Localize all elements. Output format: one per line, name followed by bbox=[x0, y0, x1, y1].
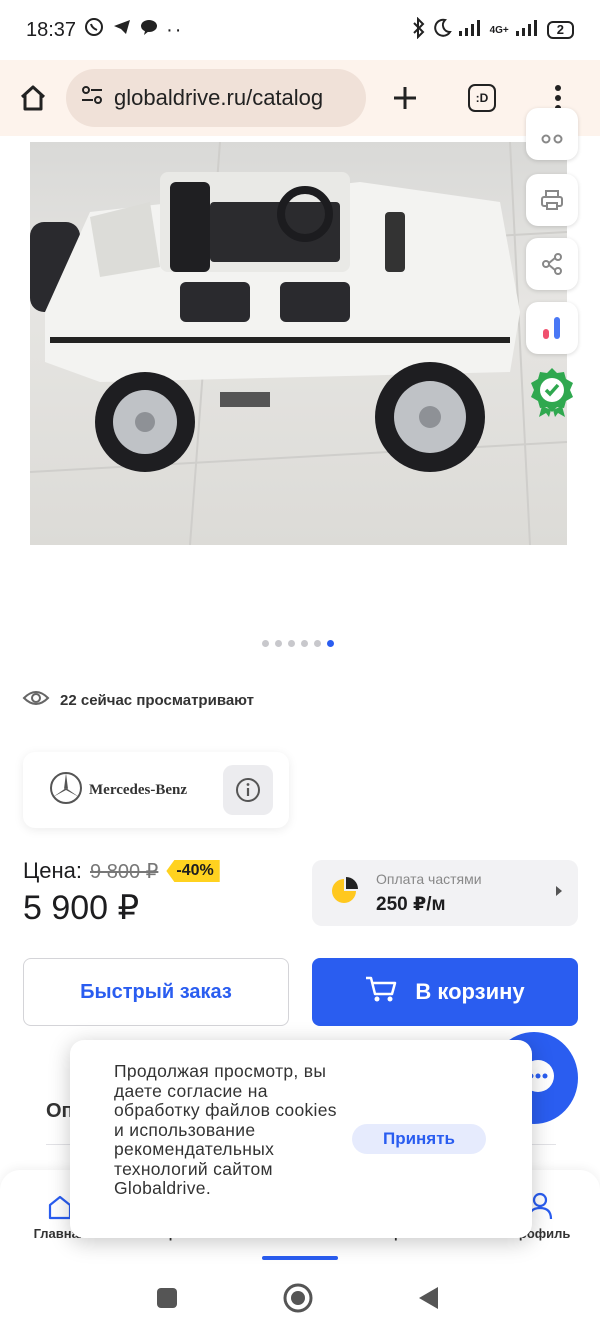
cookie-consent-banner: Продолжая просмотр, вы даете согласие на… bbox=[70, 1040, 532, 1238]
back-triangle-icon[interactable] bbox=[410, 1282, 446, 1314]
pagination-dot[interactable] bbox=[288, 640, 295, 647]
brand-info-button[interactable] bbox=[223, 765, 273, 815]
tab-switcher-button[interactable]: :D bbox=[468, 84, 496, 112]
url-text: globaldrive.ru/catalog bbox=[114, 85, 324, 110]
address-bar[interactable]: globaldrive.ru/catalog bbox=[66, 69, 366, 127]
cart-icon bbox=[365, 975, 397, 1009]
print-button[interactable] bbox=[526, 174, 578, 226]
whatsapp-icon bbox=[84, 17, 104, 43]
viewers-text: 22 сейчас просматривают bbox=[60, 691, 254, 709]
accept-cookies-button[interactable]: Принять bbox=[352, 1124, 486, 1154]
analytics-button[interactable] bbox=[526, 302, 578, 354]
brand-card[interactable]: Mercedes-Benz bbox=[23, 752, 289, 828]
pagination-dot[interactable] bbox=[275, 640, 282, 647]
installment-label: Оплата частями bbox=[376, 870, 482, 887]
system-navigation-bar bbox=[0, 1264, 600, 1332]
price-label: Цена: bbox=[23, 858, 83, 883]
do-not-disturb-moon-icon bbox=[432, 18, 452, 43]
compare-button[interactable] bbox=[526, 108, 578, 160]
product-photo[interactable] bbox=[30, 142, 567, 545]
chat-bubble-icon bbox=[140, 18, 158, 42]
installment-value: 250 ₽/м bbox=[376, 893, 446, 915]
brand-name: Mercedes-Benz bbox=[89, 781, 188, 798]
pagination-dot[interactable] bbox=[314, 640, 321, 647]
recent-apps-icon[interactable] bbox=[149, 1282, 185, 1314]
battery-icon: 2 bbox=[546, 21, 574, 39]
status-bar: 18:37 ·· 4G+ 2 bbox=[0, 0, 600, 60]
gallery-pagination bbox=[262, 640, 334, 647]
browser-toolbar: globaldrive.ru/catalog :D bbox=[0, 60, 600, 136]
viewers-counter: 22 сейчас просматривают bbox=[22, 688, 254, 712]
signal-icon-2 bbox=[515, 19, 541, 42]
old-price: 9 800 ₽ bbox=[90, 860, 159, 883]
signal-icon bbox=[458, 19, 484, 42]
site-settings-icon[interactable] bbox=[80, 85, 104, 111]
bluetooth-icon bbox=[412, 16, 426, 44]
cookie-consent-text: Продолжая просмотр, вы даете согласие на… bbox=[114, 1061, 337, 1198]
pagination-dot[interactable] bbox=[262, 640, 269, 647]
eye-icon bbox=[22, 688, 50, 712]
product-gallery[interactable] bbox=[0, 108, 600, 656]
chevron-right-icon bbox=[554, 884, 564, 902]
current-price: 5 900 ₽ bbox=[23, 889, 140, 927]
add-to-cart-button[interactable]: В корзину bbox=[312, 958, 578, 1026]
certified-badge-icon[interactable] bbox=[526, 364, 578, 420]
price-row: Цена: 9 800 ₽ -40% bbox=[23, 858, 220, 884]
home-circle-icon[interactable] bbox=[280, 1282, 316, 1314]
share-button[interactable] bbox=[526, 238, 578, 290]
quick-order-button[interactable]: Быстрый заказ bbox=[23, 958, 289, 1026]
home-icon[interactable] bbox=[18, 83, 48, 113]
discount-badge: -40% bbox=[166, 860, 220, 882]
telegram-icon bbox=[112, 17, 132, 43]
active-tab-indicator bbox=[262, 1256, 338, 1260]
add-to-cart-label: В корзину bbox=[415, 979, 525, 1004]
pie-chart-icon bbox=[330, 876, 358, 910]
new-tab-icon[interactable] bbox=[392, 85, 418, 111]
network-type: 4G+ bbox=[489, 24, 509, 36]
status-time: 18:37 bbox=[26, 18, 77, 41]
mercedes-logo-icon bbox=[49, 771, 83, 810]
pagination-dot[interactable] bbox=[301, 640, 308, 647]
more-notifications-icon: ·· bbox=[166, 18, 184, 41]
installment-card[interactable]: Оплата частями 250 ₽/м bbox=[312, 860, 578, 926]
pagination-dot-active[interactable] bbox=[327, 640, 334, 647]
